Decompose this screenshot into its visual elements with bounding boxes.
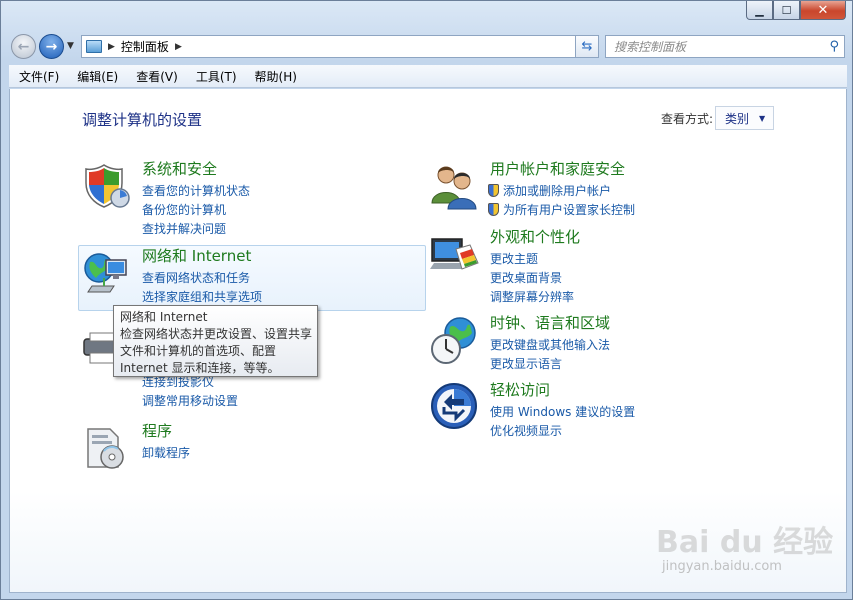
breadcrumb-arrow-icon[interactable]: ▶: [108, 42, 115, 52]
recent-pages-dropdown-icon[interactable]: ▼: [67, 41, 74, 51]
link-backup-computer[interactable]: 备份您的计算机: [142, 201, 226, 218]
link-mobility-settings[interactable]: 调整常用移动设置: [142, 392, 238, 409]
refresh-button[interactable]: ⇆: [575, 35, 599, 58]
category-title-ease[interactable]: 轻松访问: [490, 379, 550, 400]
link-optimize-video-display[interactable]: 优化视频显示: [490, 422, 562, 439]
view-by-dropdown[interactable]: 类别 ▼: [715, 106, 774, 130]
close-button[interactable]: ✕: [800, 1, 846, 20]
address-bar[interactable]: ▶ 控制面板 ▶ ▼: [81, 35, 595, 58]
link-view-network-status[interactable]: 查看网络状态和任务: [142, 269, 250, 286]
control-panel-icon: [86, 40, 102, 53]
link-parental-controls[interactable]: 为所有用户设置家长控制: [488, 201, 635, 218]
link-change-display-language[interactable]: 更改显示语言: [490, 355, 562, 372]
window-controls: ▁ ☐ ✕: [746, 1, 846, 20]
page-title: 调整计算机的设置: [82, 111, 203, 129]
link-change-keyboard[interactable]: 更改键盘或其他输入法: [490, 336, 610, 353]
category-title-network[interactable]: 网络和 Internet: [142, 245, 251, 266]
baidu-watermark-url: jingyan.baidu.com: [662, 559, 782, 574]
appearance-icon: [430, 238, 479, 270]
search-placeholder: 搜索控制面板: [614, 40, 687, 54]
refresh-icon: ⇆: [581, 39, 593, 54]
content-area: 调整计算机的设置 查看方式: 类别 ▼ 系统和安全 查看您的计算机状态 备份您的…: [9, 89, 847, 593]
ease-of-access-icon: [431, 383, 477, 429]
link-change-desktop-background[interactable]: 更改桌面背景: [490, 269, 562, 286]
tooltip-line: 检查网络状态并更改设置、设置共享: [120, 327, 313, 341]
tooltip-line: 网络和 Internet: [120, 310, 208, 324]
chevron-down-icon: ▼: [759, 113, 766, 123]
control-panel-window: ▁ ☐ ✕ ← → ▼ ▶ 控制面板 ▶ ▼ ⇆ 搜索控制面板 ⚲ 文件(F) …: [0, 0, 853, 600]
view-by-value: 类别: [725, 111, 750, 126]
link-troubleshoot[interactable]: 查找并解决问题: [142, 220, 226, 237]
link-view-computer-status[interactable]: 查看您的计算机状态: [142, 182, 250, 199]
link-change-theme[interactable]: 更改主题: [490, 250, 538, 267]
link-text: 添加或删除用户帐户: [503, 184, 612, 198]
menu-edit[interactable]: 编辑(E): [67, 68, 126, 85]
link-homegroup-sharing[interactable]: 选择家庭组和共享选项: [142, 288, 262, 305]
back-button[interactable]: ←: [11, 34, 36, 59]
breadcrumb-arrow-icon[interactable]: ▶: [175, 42, 182, 52]
view-by-label: 查看方式:: [661, 112, 714, 126]
category-title-users[interactable]: 用户帐户和家庭安全: [490, 158, 625, 179]
link-text: 为所有用户设置家长控制: [503, 203, 636, 217]
category-title-system[interactable]: 系统和安全: [142, 158, 217, 179]
menu-help[interactable]: 帮助(H): [245, 68, 305, 85]
maximize-button[interactable]: ☐: [773, 1, 800, 20]
menu-file[interactable]: 文件(F): [9, 68, 67, 85]
forward-button[interactable]: →: [39, 34, 64, 59]
category-title-clock[interactable]: 时钟、语言和区域: [490, 312, 610, 333]
minimize-button[interactable]: ▁: [746, 1, 773, 20]
network-globe-icon: [84, 253, 127, 293]
category-title-appearance[interactable]: 外观和个性化: [490, 226, 580, 247]
tooltip-line: Internet 显示和连接，等等。: [120, 361, 280, 375]
search-icon[interactable]: ⚲: [829, 39, 839, 54]
security-shield-icon: [85, 164, 130, 208]
uac-shield-icon: [488, 184, 499, 197]
link-add-remove-accounts[interactable]: 添加或删除用户帐户: [488, 182, 611, 199]
link-uninstall-program[interactable]: 卸载程序: [142, 444, 190, 461]
menu-view[interactable]: 查看(V): [126, 68, 186, 85]
navigation-bar: ← → ▼ ▶ 控制面板 ▶ ▼ ⇆ 搜索控制面板 ⚲: [9, 32, 847, 60]
category-title-programs[interactable]: 程序: [142, 420, 172, 441]
programs-icon: [87, 428, 124, 469]
menu-bar: 文件(F) 编辑(E) 查看(V) 工具(T) 帮助(H): [9, 65, 847, 88]
search-input[interactable]: 搜索控制面板 ⚲: [605, 35, 845, 58]
users-icon: [431, 166, 477, 210]
menu-tools[interactable]: 工具(T): [186, 68, 245, 85]
clock-globe-icon: [431, 317, 476, 364]
link-windows-recommended-settings[interactable]: 使用 Windows 建议的设置: [490, 403, 635, 420]
network-tooltip: 网络和 Internet 检查网络状态并更改设置、设置共享 文件和计算机的首选项…: [113, 305, 318, 377]
tooltip-line: 文件和计算机的首选项、配置: [120, 344, 277, 358]
breadcrumb-control-panel[interactable]: 控制面板: [121, 38, 169, 55]
uac-shield-icon: [488, 203, 499, 216]
link-adjust-resolution[interactable]: 调整屏幕分辨率: [490, 288, 574, 305]
baidu-watermark-logo: Bai du 经验: [656, 525, 834, 560]
